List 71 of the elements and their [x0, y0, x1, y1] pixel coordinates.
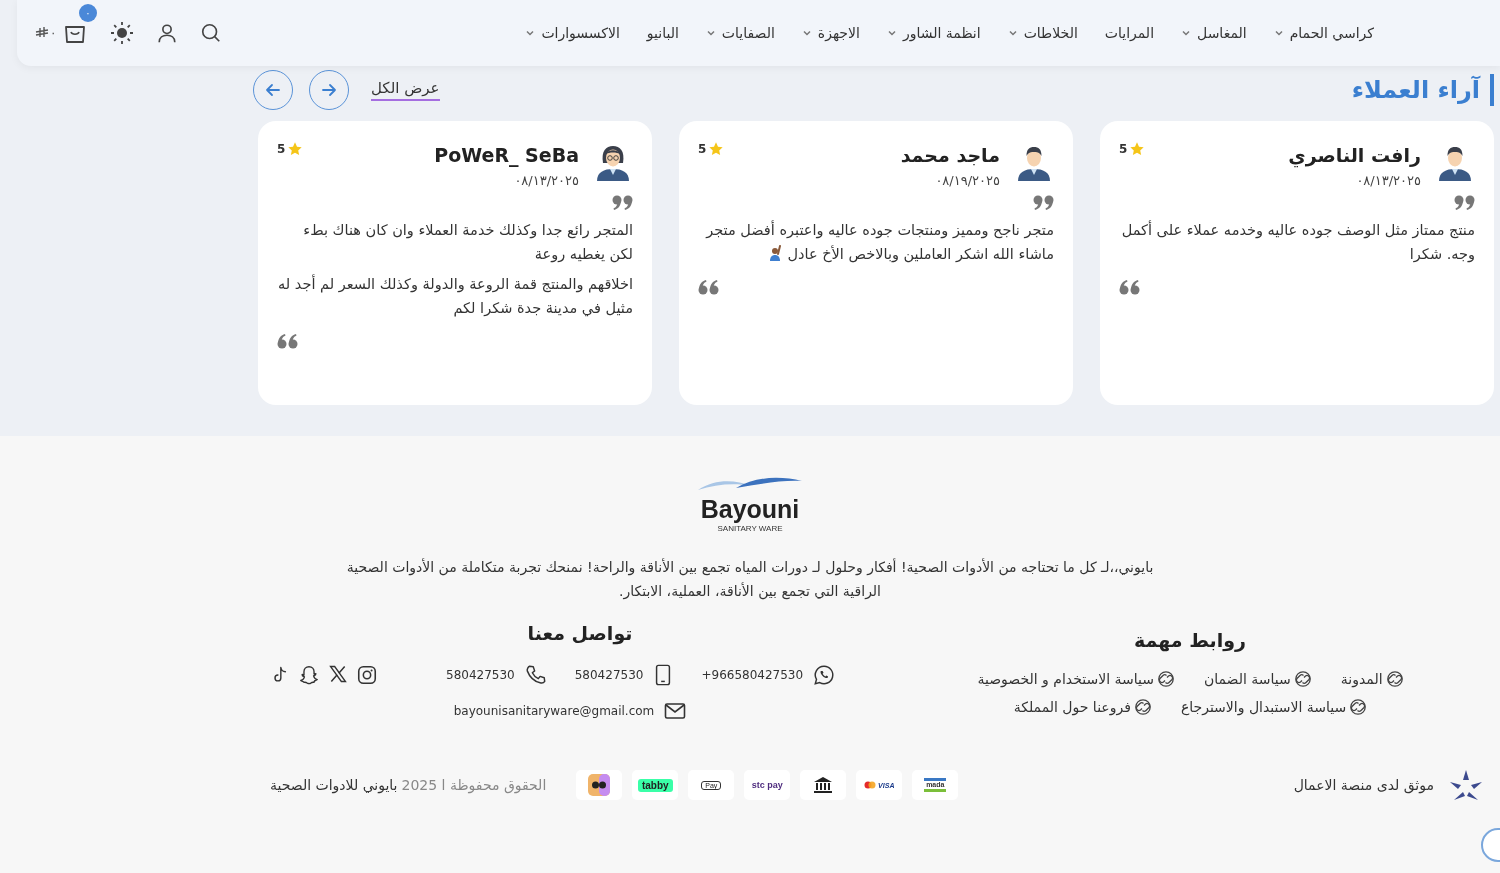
copyright-owner: بايوني للادوات الصحية — [270, 777, 398, 793]
footer-link[interactable]: المدونة — [1340, 671, 1403, 687]
link-icon — [1294, 671, 1311, 687]
link-icon — [1157, 671, 1174, 687]
star-icon — [1129, 141, 1146, 157]
instagram-icon[interactable] — [356, 664, 378, 686]
review-date: ٠٨/١٣/٢٠٢٥ — [1356, 173, 1421, 188]
nav-link[interactable]: المغاسل — [1181, 25, 1247, 41]
nav-link[interactable]: المرايات — [1104, 25, 1155, 41]
nav-link[interactable]: انظمة الشاور — [886, 25, 981, 41]
link-icon — [1350, 699, 1367, 715]
nav-link[interactable]: كراسي الحمام — [1273, 25, 1374, 41]
contact-heading: تواصل معنا — [527, 622, 633, 644]
review-text: اخلاقهم والمنتج قمة الروعة والدولة وكذلك السعر لم أجد له مثيل في مدينة جدة شكرا لكم — [277, 273, 633, 319]
quote-mark-icon — [277, 332, 299, 350]
reviewer-name: PoWeR_ SeBa — [433, 143, 579, 167]
quote-mark-icon — [698, 278, 720, 296]
search-icon[interactable] — [200, 22, 223, 44]
quote-mark-icon — [1119, 278, 1141, 296]
phone-icon — [524, 664, 547, 686]
view-all-link[interactable]: عرض الكل — [371, 79, 440, 101]
brand-logo: Bayouni SANITARY WARE — [695, 476, 805, 533]
whatsapp-icon — [813, 664, 836, 686]
quote-mark-icon — [1032, 194, 1054, 212]
nav-link[interactable]: الخلاطات — [1007, 25, 1078, 41]
link-icon — [1386, 671, 1403, 687]
rating: 5 — [698, 141, 725, 157]
riyal-icon — [35, 27, 49, 39]
review-text: متجر ناجح ومميز ومنتجات جوده عاليه واعتبره أفضل متجر ماشاء الله اشكر العاملين وبالاخص الأخ عادل — [704, 219, 1054, 265]
review-date: ٠٨/١٣/٢٠٢٥ — [514, 173, 579, 188]
wallet-app-icon — [588, 774, 611, 796]
mail-icon — [664, 702, 687, 720]
reviewer-name: رافت الناصري — [1287, 143, 1421, 167]
footer-link[interactable]: سياسة الاستخدام و الخصوصية — [977, 671, 1174, 687]
nav-link[interactable]: الاكسسوارات — [525, 25, 620, 41]
cart-total: ٠ — [35, 26, 57, 40]
star-icon — [708, 141, 725, 157]
nav-link[interactable]: البانيو — [646, 25, 679, 41]
footer-link[interactable]: سياسة الضمان — [1203, 671, 1311, 687]
bank-icon — [813, 776, 834, 794]
nav-link[interactable]: الاجهزة — [801, 25, 860, 41]
contact-number: 580427530 — [574, 668, 644, 682]
section-title: آراء العملاء — [1351, 74, 1494, 106]
arrow-icon — [264, 81, 282, 99]
quote-mark-icon — [611, 194, 633, 212]
tabby-logo: tabby — [637, 778, 673, 792]
rating: 5 — [277, 141, 304, 157]
links-heading: روابط مهمة — [1134, 629, 1246, 651]
review-date: ٠٨/١٩/٢٠٢٥ — [935, 173, 1000, 188]
contact-number: +966580427530 — [701, 668, 804, 682]
trust-text: موثق لدى منصة الاعمال — [1293, 777, 1434, 793]
rating: 5 — [1119, 141, 1146, 157]
cart-count-badge: ٠ — [79, 4, 97, 22]
stc-pay-logo: stc pay — [751, 780, 783, 790]
nav-link[interactable]: الصفايات — [705, 25, 775, 41]
contact-number: 580427530 — [446, 668, 515, 682]
review-text: منتج ممتاز مثل الوصف جوده عاليه وخدمه عملاء على أكمل وجه. شكرا — [1120, 219, 1475, 265]
email-address: bayounisanitaryware@gmail.com — [453, 704, 655, 718]
store-description: بايوني،،لـ كل ما تحتاجه من الأدوات الصحية! أفكار وحلول لـ دورات المياه تجمع بين الأناقة والراحة! نمنحك تجربة متكاملة من الأدوات الصحية الراقية التي تجمع بين الأناقة، العملية، الابتكار. — [345, 557, 1155, 602]
review-text: المتجر رائع جدا وكذلك خدمة العملاء وان كان هناك بطء لكن يغطيه روعة — [302, 221, 633, 265]
link-icon — [1134, 699, 1151, 715]
star-icon — [287, 141, 304, 157]
ghost-icon[interactable] — [298, 664, 320, 686]
reviewer-name: ماجد محمد — [899, 143, 1000, 167]
arrow-icon — [320, 81, 338, 99]
quote-mark-icon — [1453, 194, 1475, 212]
footer-link[interactable]: سياسة الاستبدال والاسترجاع — [1180, 699, 1367, 715]
x-logo-icon[interactable] — [328, 664, 348, 684]
copyright-notice: الحقوق محفوظة ا 2025 — [401, 777, 547, 793]
footer-link[interactable]: فروعنا حول المملكة — [1013, 699, 1151, 715]
sun-icon[interactable] — [110, 21, 135, 45]
